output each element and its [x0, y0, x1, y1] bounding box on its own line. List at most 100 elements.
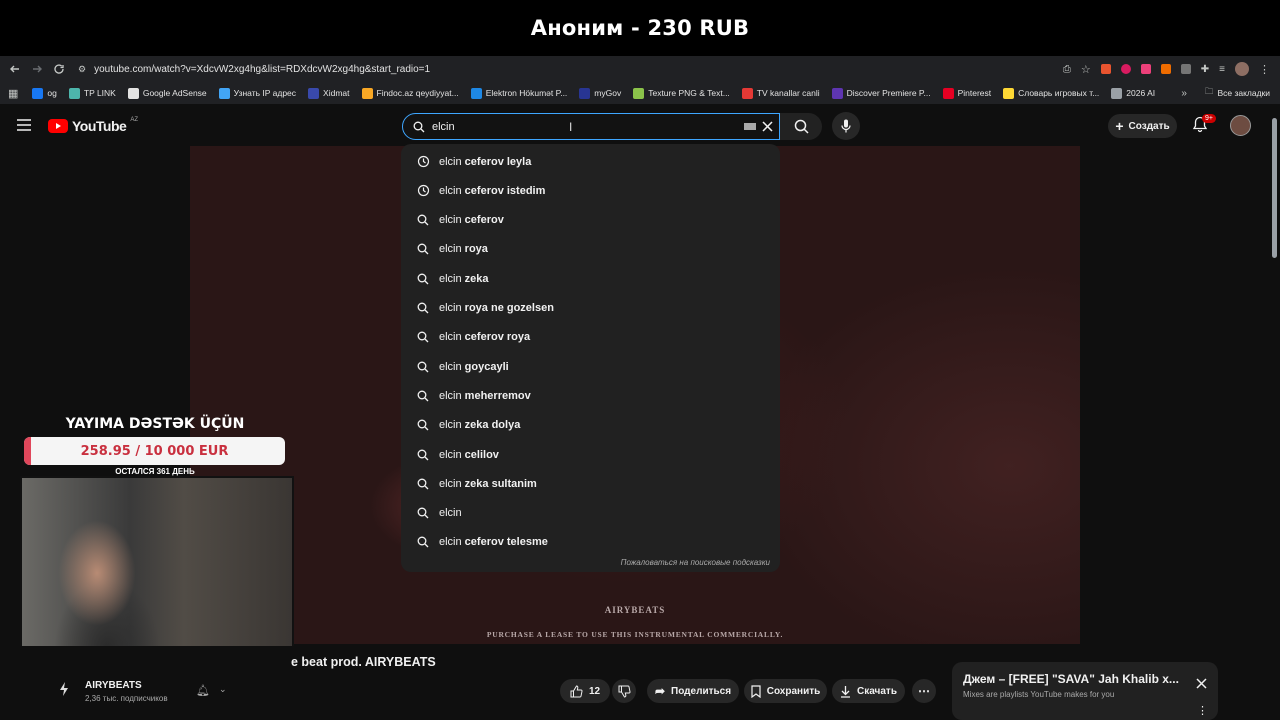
puzzle-icon[interactable]: ✚: [1201, 64, 1209, 75]
extension-icon[interactable]: [1100, 64, 1111, 74]
suggestion-item[interactable]: elcin roya: [401, 235, 780, 264]
channel-name[interactable]: AIRYBEATS: [85, 680, 142, 691]
address-bar[interactable]: ⚙ youtube.com/watch?v=XdcvW2xg4hg&list=R…: [78, 59, 1063, 79]
extension-icon[interactable]: [1120, 64, 1131, 74]
all-bookmarks-folder[interactable]: 🗀 Все закладки: [1205, 86, 1270, 100]
suggestion-item[interactable]: elcin: [401, 499, 780, 528]
bookmark-item[interactable]: TP LINK: [68, 87, 116, 99]
bookmark-favicon-icon: [470, 87, 482, 99]
site-info-icon[interactable]: ⚙: [78, 64, 86, 75]
extension-icon[interactable]: [1160, 64, 1171, 74]
bookmark-favicon-icon: [1003, 87, 1015, 99]
suggestion-item[interactable]: elcin zeka dolya: [401, 411, 780, 440]
share-button[interactable]: ➦ Поделиться: [647, 679, 739, 703]
notifications-button[interactable]: 9+: [1192, 114, 1216, 138]
keyboard-icon[interactable]: [744, 123, 756, 130]
star-icon[interactable]: ☆: [1081, 63, 1091, 76]
like-button[interactable]: 12: [560, 679, 610, 703]
suggestion-item[interactable]: elcin ceferov leyla: [401, 147, 780, 176]
media-icon[interactable]: ≡: [1219, 64, 1225, 75]
suggestion-item[interactable]: elcin ceferov telesme: [401, 528, 780, 557]
suggestion-item[interactable]: elcin ceferov: [401, 206, 780, 235]
mix-playlist-card[interactable]: Джем – [FREE] "SAVA" Jah Khalib x... Mix…: [952, 662, 1218, 720]
browser-toolbar: ⚙ youtube.com/watch?v=XdcvW2xg4hg&list=R…: [0, 56, 1280, 82]
search-input[interactable]: elcin: [432, 121, 744, 133]
bookmark-item[interactable]: Elektron Hökumət P...: [470, 87, 567, 99]
dislike-button[interactable]: [612, 679, 636, 703]
close-icon[interactable]: [1196, 676, 1207, 694]
create-button[interactable]: + Создать: [1108, 114, 1177, 138]
chevron-down-icon[interactable]: ⌄: [219, 684, 227, 695]
search-suggestions: elcin ceferov leyla elcin ceferov istedim…: [401, 144, 780, 572]
clear-search-icon[interactable]: [762, 121, 773, 132]
suggestion-query-prefix: elcin: [439, 155, 462, 168]
suggestion-query-prefix: elcin: [439, 302, 462, 314]
suggestion-item[interactable]: elcin ceferov roya: [401, 323, 780, 352]
bookmark-label: Findoc.az qeydiyyat...: [376, 88, 459, 98]
suggestion-item[interactable]: elcin roya ne gozelsen: [401, 294, 780, 323]
suggestion-query-prefix: elcin: [439, 360, 462, 373]
channel-avatar-icon[interactable]: [58, 682, 70, 696]
subscription-bell-icon[interactable]: 🔔︎: [196, 684, 210, 697]
suggestion-completion: zeka dolya: [461, 419, 521, 432]
search-icon: [416, 272, 430, 286]
suggestion-item[interactable]: elcin celilov: [401, 440, 780, 469]
suggestion-completion: ceferov roya: [461, 331, 531, 344]
forward-icon[interactable]: [26, 58, 48, 80]
account-avatar[interactable]: [1230, 115, 1251, 136]
bookmark-item[interactable]: Findoc.az qeydiyyat...: [361, 87, 459, 99]
install-icon[interactable]: ⎙: [1063, 64, 1071, 75]
more-actions-button[interactable]: ⋯: [912, 679, 936, 703]
suggestion-completion: zeka: [461, 272, 489, 285]
extension-icon[interactable]: [1140, 64, 1151, 74]
save-button[interactable]: Сохранить: [744, 679, 827, 703]
bookmark-item[interactable]: TV kanallar canli: [741, 87, 820, 99]
bookmark-favicon-icon: [1111, 87, 1123, 99]
suggestion-text: elcin roya: [439, 243, 488, 255]
bookmark-item[interactable]: Texture PNG & Text...: [633, 87, 730, 99]
youtube-logo[interactable]: YouTube AZ: [48, 117, 138, 134]
hamburger-menu-icon[interactable]: [17, 118, 31, 136]
suggestion-completion: zeka sultanim: [461, 477, 537, 490]
search-icon: [416, 535, 430, 549]
suggestion-query-prefix: elcin: [439, 214, 462, 227]
report-suggestions-link[interactable]: Пожаловаться на поисковые подсказки: [621, 558, 770, 567]
search-button[interactable]: [780, 113, 822, 140]
suggestion-text: elcin ceferov: [439, 214, 504, 226]
region-code: AZ: [130, 117, 138, 123]
bookmark-favicon-icon: [127, 87, 139, 99]
profile-avatar[interactable]: [1235, 62, 1249, 76]
download-button[interactable]: Скачать: [832, 679, 905, 703]
bookmark-item[interactable]: Discover Premiere P...: [831, 87, 931, 99]
suggestion-item[interactable]: elcin zeka sultanim: [401, 469, 780, 498]
suggestion-item[interactable]: elcin zeka: [401, 264, 780, 293]
suggestion-completion: ceferov telesme: [461, 536, 548, 549]
bookmark-item[interactable]: Google AdSense: [127, 87, 207, 99]
bookmark-item[interactable]: Pinterest: [942, 87, 991, 99]
bookmark-item[interactable]: Узнать IP адрес: [218, 87, 296, 99]
suggestion-item[interactable]: elcin meherremov: [401, 381, 780, 410]
bookmark-item[interactable]: Xidmat: [308, 87, 350, 99]
more-vertical-icon[interactable]: ⋮: [1197, 704, 1208, 717]
stream-banner: Аноним - 230 RUB: [0, 0, 1280, 56]
more-bookmarks-icon[interactable]: »: [1181, 88, 1187, 99]
download-icon: [841, 685, 851, 698]
bookmark-item[interactable]: og: [32, 87, 57, 99]
reload-icon[interactable]: [48, 58, 70, 80]
bookmark-label: Xidmat: [323, 88, 350, 98]
suggestion-text: elcin celilov: [439, 449, 499, 461]
suggestion-query-prefix: elcin: [439, 448, 462, 461]
menu-icon[interactable]: ⋮: [1259, 63, 1270, 76]
apps-icon[interactable]: ▦: [8, 87, 18, 100]
extension-icon[interactable]: [1180, 64, 1191, 74]
suggestion-query-prefix: elcin: [439, 184, 462, 197]
bookmark-item[interactable]: Словарь игровых т...: [1003, 87, 1099, 99]
suggestion-item[interactable]: elcin goycayli: [401, 352, 780, 381]
bookmark-item[interactable]: 2026 AI: [1111, 87, 1155, 99]
voice-search-button[interactable]: [832, 112, 860, 140]
search-box[interactable]: elcin: [402, 113, 780, 140]
page-scrollbar[interactable]: [1272, 118, 1277, 258]
back-icon[interactable]: [4, 58, 26, 80]
suggestion-item[interactable]: elcin ceferov istedim: [401, 176, 780, 205]
bookmark-item[interactable]: myGov: [579, 87, 621, 99]
